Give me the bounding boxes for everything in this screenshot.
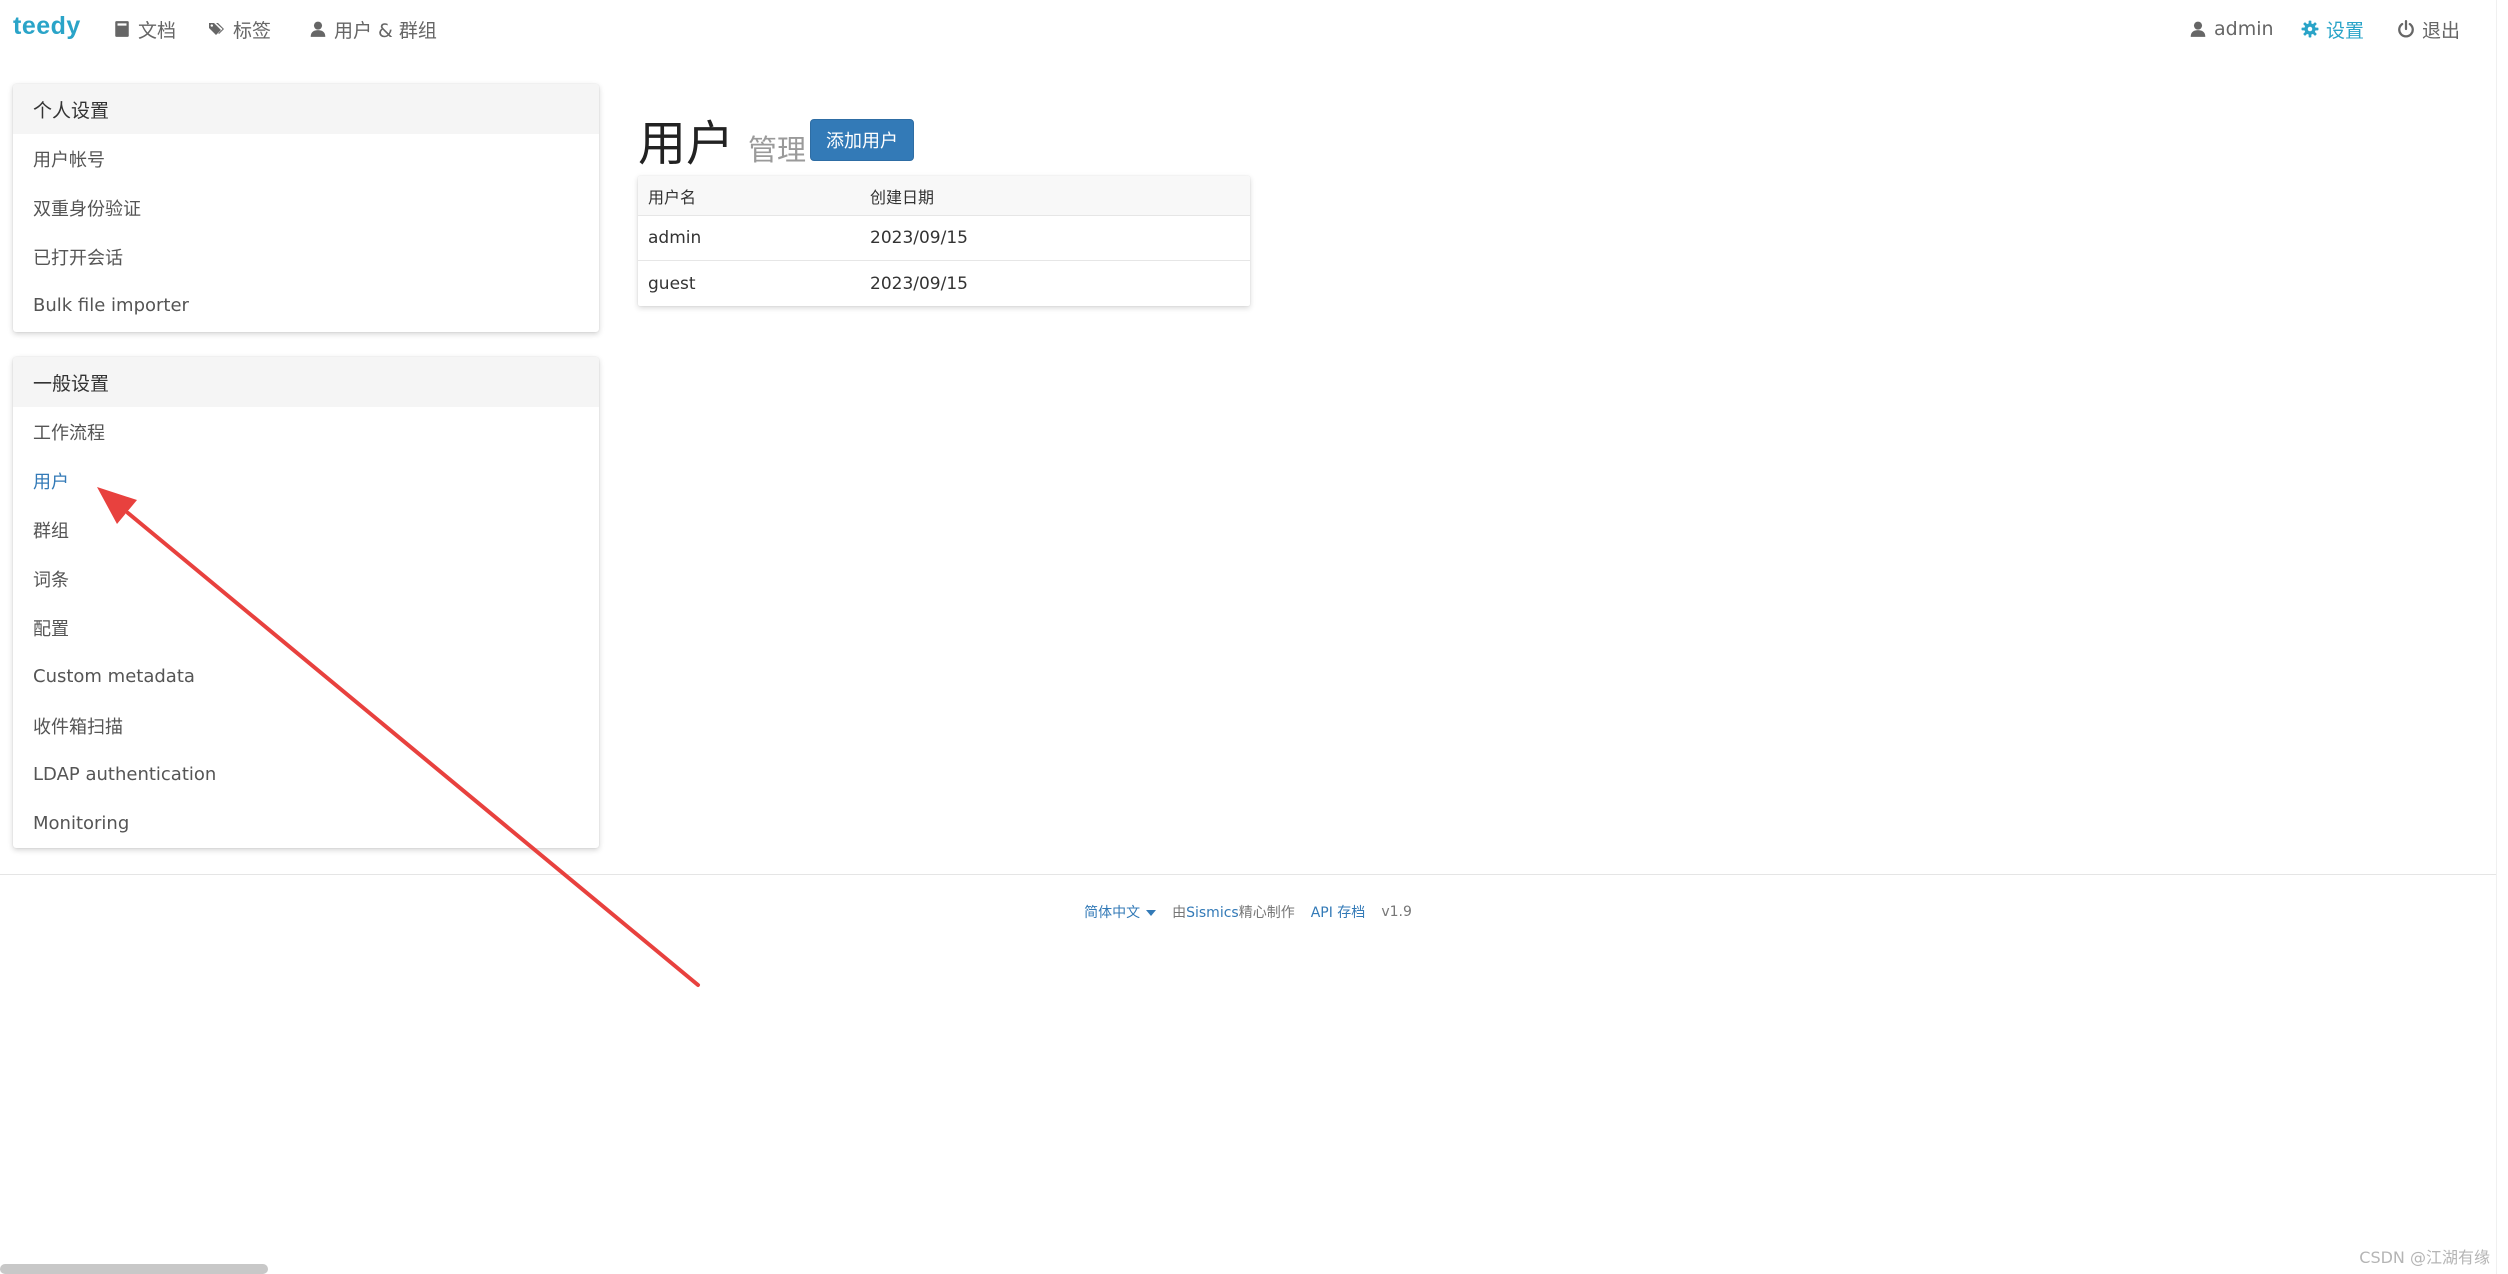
nav-settings-label: 设置 [2326,19,2365,42]
made-by-suffix: 精心制作 [1238,905,1295,921]
app-window: teedy 文档 标签 用户 & 群组 admin 设置 退出 个人设置 用户帐… [0,0,2508,1274]
nav-settings[interactable]: 设置 [2300,15,2364,43]
sidebar-item-custom-metadata[interactable]: Custom metadata [13,652,599,701]
tags-icon [207,19,227,39]
language-dropdown[interactable]: 简体中文 [1084,902,1157,922]
sidebar-item-bulk-import[interactable]: Bulk file importer [13,281,599,330]
panel-heading-general: 一般设置 [13,357,599,407]
nav-tags-label: 标签 [233,19,272,42]
gear-icon [2300,19,2320,39]
personal-settings-panel: 个人设置 用户帐号 双重身份验证 已打开会话 Bulk file importe… [13,84,599,332]
page-title-sub: 管理 [748,133,807,167]
column-header-created[interactable]: 创建日期 [870,184,934,208]
nav-account[interactable]: admin [2188,15,2274,43]
table-cell-created: 2023/09/15 [870,273,968,294]
made-by: 由Sismics精心制作 [1172,902,1295,922]
page-title: 用户 管理 [638,104,806,174]
sismics-link[interactable]: Sismics [1186,905,1239,921]
footer: 简体中文 由Sismics精心制作 API 存档 v1.9 [0,900,2496,924]
nav-logout[interactable]: 退出 [2396,15,2460,43]
users-table: 用户名 创建日期 admin 2023/09/15 guest 2023/09/… [638,176,1250,306]
table-cell-username: admin [648,228,702,248]
sidebar-item-monitoring[interactable]: Monitoring [13,799,599,848]
power-icon [2396,19,2416,39]
nav-documents-label: 文档 [138,19,177,42]
language-label: 简体中文 [1084,905,1141,921]
horizontal-scrollbar[interactable] [0,1264,268,1274]
footer-divider [0,874,2496,875]
table-cell-username: guest [648,273,696,294]
sidebar-item-users[interactable]: 用户 [13,456,599,505]
general-settings-panel: 一般设置 工作流程 用户 群组 词条 配置 Custom metadata 收件… [13,357,599,848]
nav-account-label: admin [2214,18,2274,40]
nav-users-groups[interactable]: 用户 & 群组 [308,15,437,43]
vertical-scrollbar[interactable] [2496,0,2508,1274]
brand-logo[interactable]: teedy [13,12,81,41]
sidebar-item-inbox-scan[interactable]: 收件箱扫描 [13,701,599,750]
sidebar-item-ldap[interactable]: LDAP authentication [13,750,599,799]
user-icon [2188,19,2208,39]
table-row[interactable]: admin 2023/09/15 [638,216,1250,261]
table-header-row: 用户名 创建日期 [638,176,1250,216]
made-by-prefix: 由 [1172,905,1187,921]
sidebar-item-user-account[interactable]: 用户帐号 [13,134,599,183]
add-user-button[interactable]: 添加用户 [810,119,914,161]
sidebar-item-workflow[interactable]: 工作流程 [13,407,599,456]
page-title-main: 用户 [638,116,735,172]
sidebar-item-sessions[interactable]: 已打开会话 [13,232,599,281]
nav-logout-label: 退出 [2422,19,2461,42]
table-cell-created: 2023/09/15 [870,228,968,248]
top-navbar: teedy 文档 标签 用户 & 群组 admin 设置 退出 [0,0,2496,58]
sidebar-item-vocabulary[interactable]: 词条 [13,554,599,603]
watermark: CSDN @江湖有缘 [2359,1248,2490,1267]
version-label: v1.9 [1381,904,1412,920]
user-icon [308,19,328,39]
sidebar-item-config[interactable]: 配置 [13,603,599,652]
book-icon [112,19,132,39]
sidebar-item-two-factor[interactable]: 双重身份验证 [13,183,599,232]
nav-tags[interactable]: 标签 [207,15,271,43]
column-header-username[interactable]: 用户名 [638,184,870,208]
caret-down-icon [1146,910,1157,916]
sidebar-item-groups[interactable]: 群组 [13,505,599,554]
nav-users-groups-label: 用户 & 群组 [334,19,437,42]
table-row[interactable]: guest 2023/09/15 [638,261,1250,306]
nav-documents[interactable]: 文档 [112,15,176,43]
api-docs-link[interactable]: API 存档 [1311,902,1366,922]
panel-heading-personal: 个人设置 [13,84,599,134]
